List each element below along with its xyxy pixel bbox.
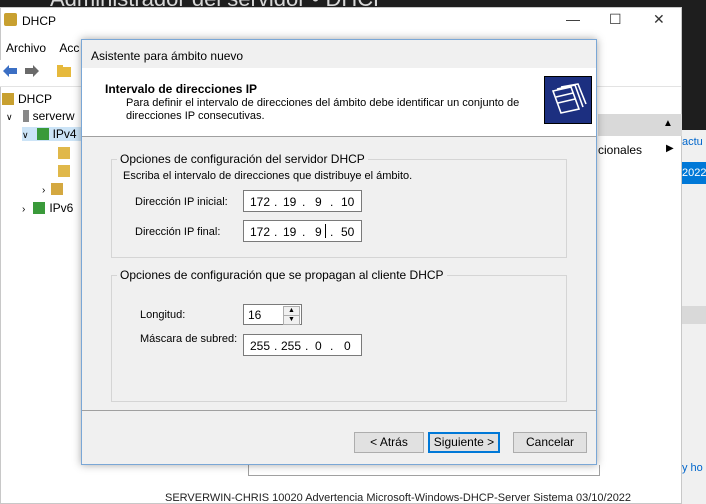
collapse-up-icon[interactable]: ▲ (663, 118, 673, 129)
folder-up-icon[interactable] (56, 64, 72, 78)
next-button[interactable]: Siguiente > (428, 432, 500, 453)
maximize-icon[interactable]: ☐ (609, 11, 622, 28)
tree-item-server[interactable]: ∨ serverw (6, 109, 75, 123)
window-title: DHCP (22, 14, 57, 28)
end-ip-octet-1[interactable]: 172 (250, 225, 270, 239)
event-log-row: SERVERWIN-CHRIS 10020 Advertencia Micros… (165, 492, 632, 504)
end-ip-field[interactable]: 172 . 19 . 9 . 50 (243, 220, 362, 242)
start-ip-field[interactable]: 172 . 19 . 9 . 10 (243, 190, 362, 212)
chevron-down-icon[interactable]: ∨ (6, 112, 13, 122)
actions-more-label[interactable]: cionales (598, 143, 642, 157)
mask-octet-4[interactable]: 0 (344, 339, 351, 353)
start-ip-label: Dirección IP inicial: (135, 196, 228, 208)
page-title: Intervalo de direcciones IP (105, 82, 258, 96)
folder-icon (58, 165, 70, 177)
menu-accion[interactable]: Acc (59, 41, 79, 55)
side-link-1[interactable]: actu (682, 136, 703, 148)
wizard-header: Intervalo de direcciones IP Para definir… (82, 68, 596, 137)
wizard-folders-icon (544, 76, 592, 124)
mask-octet-3[interactable]: 0 (315, 339, 322, 353)
tree-item-ipv6[interactable]: › IPv6 (22, 201, 73, 215)
start-ip-octet-4[interactable]: 10 (341, 195, 354, 209)
end-ip-octet-3[interactable]: 9 (315, 225, 322, 239)
mask-octet-1[interactable]: 255 (250, 339, 270, 353)
ipv4-icon (36, 128, 49, 140)
length-spinbox[interactable]: 16 ▲ ▼ (243, 304, 302, 325)
navigation-tree: DHCP ∨ serverw ∨ IPv4 › › IPv6 (0, 90, 87, 460)
menu-archivo[interactable]: Archivo (6, 41, 46, 55)
side-selected-row[interactable]: 2022 (682, 162, 706, 184)
length-label: Longitud: (140, 309, 186, 321)
subnet-mask-field[interactable]: 255 . 255 . 0 . 0 (243, 334, 362, 356)
side-header-band (682, 306, 706, 324)
tree-item-child-3[interactable]: › (42, 182, 67, 196)
mask-octet-2[interactable]: 255 (281, 339, 301, 353)
chevron-right-icon[interactable]: › (22, 204, 25, 215)
tree-item-ipv4[interactable]: ∨ IPv4 (22, 127, 87, 141)
forward-arrow-icon[interactable] (24, 64, 40, 78)
spin-down-icon[interactable]: ▼ (283, 315, 300, 325)
end-ip-octet-2[interactable]: 19 (283, 225, 296, 239)
back-button[interactable]: < Atrás (354, 432, 424, 453)
range-instruction: Escriba el intervalo de direcciones que … (123, 170, 413, 182)
client-options-legend: Opciones de configuración que se propaga… (120, 268, 444, 282)
start-ip-octet-2[interactable]: 19 (283, 195, 296, 209)
ipv6-icon (33, 202, 46, 214)
dialog-title: Asistente para ámbito nuevo (91, 49, 244, 63)
cancel-button[interactable]: Cancelar (513, 432, 587, 453)
tree-item-dhcp[interactable]: DHCP (2, 92, 52, 106)
page-description: Para definir el intervalo de direcciones… (126, 97, 520, 122)
end-ip-label: Dirección IP final: (135, 226, 221, 238)
text-cursor (325, 224, 326, 238)
new-scope-wizard-dialog: Asistente para ámbito nuevo Intervalo de… (81, 39, 597, 465)
end-ip-octet-4[interactable]: 50 (341, 225, 354, 239)
footer-divider (82, 410, 596, 411)
close-icon[interactable]: ✕ (653, 11, 665, 28)
dhcp-tree-icon (2, 93, 14, 105)
length-value[interactable]: 16 (248, 308, 261, 322)
minimize-icon[interactable]: — (566, 11, 580, 27)
background-list-edge (248, 465, 600, 476)
start-ip-octet-1[interactable]: 172 (250, 195, 270, 209)
tree-item-child-1[interactable] (58, 146, 74, 160)
policy-icon (51, 183, 64, 195)
subnet-mask-label: Máscara de subred: (140, 333, 238, 345)
folder-icon (58, 147, 70, 159)
dhcp-app-icon (4, 13, 17, 26)
tree-item-child-2[interactable] (58, 164, 74, 178)
server-icon (22, 110, 29, 122)
menu-bar: Archivo Acc (6, 41, 79, 55)
start-ip-octet-3[interactable]: 9 (315, 195, 322, 209)
back-arrow-icon[interactable] (2, 64, 18, 78)
server-options-legend: Opciones de configuración del servidor D… (120, 152, 365, 166)
chevron-down-icon[interactable]: ∨ (22, 130, 29, 140)
chevron-right-icon[interactable]: › (42, 185, 45, 196)
side-link-2[interactable]: y ho (682, 462, 703, 474)
chevron-right-icon[interactable]: ▶ (666, 143, 674, 154)
